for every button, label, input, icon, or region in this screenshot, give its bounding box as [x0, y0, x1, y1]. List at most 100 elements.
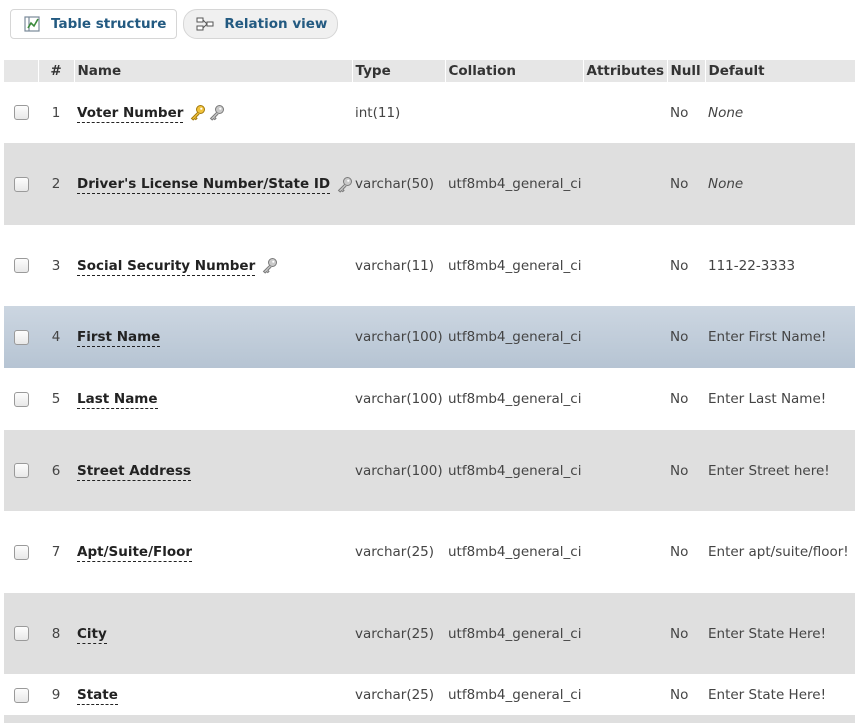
row-number: 9: [51, 687, 61, 703]
column-null: No: [670, 391, 689, 407]
row-checkbox[interactable]: [13, 329, 29, 345]
key-icons: [189, 104, 225, 121]
row-checkbox[interactable]: [13, 463, 29, 478]
row-number: 6: [51, 462, 61, 479]
column-default: None: [708, 104, 744, 121]
index-key-icon[interactable]: [208, 104, 225, 121]
row-checkbox[interactable]: [13, 258, 29, 273]
row-select-cell: [4, 674, 38, 716]
column-null: No: [670, 625, 689, 642]
column-attributes: [583, 368, 667, 430]
row-select-cell: [4, 430, 38, 511]
key-icons: [336, 176, 353, 193]
row-select-cell: [4, 82, 38, 143]
tab-table-structure[interactable]: Table structure: [10, 9, 178, 39]
column-attributes: [583, 674, 667, 716]
header-type[interactable]: Type: [352, 60, 446, 82]
column-name-cell: City: [74, 593, 352, 674]
table-row[interactable]: 6 Street Address varchar(100) utf8mb4_gener…: [4, 430, 855, 511]
column-type: varchar(50): [355, 176, 435, 192]
column-null: No: [670, 462, 689, 479]
header-select: [4, 60, 39, 82]
index-key-icon[interactable]: [336, 176, 353, 193]
column-name[interactable]: City: [77, 625, 107, 644]
column-type: varchar(11): [355, 257, 435, 274]
row-number: 5: [51, 391, 61, 407]
row-checkbox[interactable]: [13, 687, 29, 703]
table-header-row: # Name Type Collation Attributes Null De…: [4, 60, 855, 82]
column-name[interactable]: First Name: [77, 329, 161, 347]
tab-relation-view-label: Relation view: [224, 16, 328, 32]
row-number: 3: [51, 257, 61, 274]
column-attributes: [583, 430, 667, 511]
column-name[interactable]: Social Security Number: [77, 257, 256, 276]
column-collation: utf8mb4_general_ci: [448, 176, 582, 192]
column-name-cell: Apt/Suite/Floor: [74, 511, 352, 593]
column-null: No: [670, 329, 689, 345]
column-name[interactable]: Voter Number: [77, 104, 184, 123]
column-type: int(11): [355, 104, 401, 121]
row-select-cell: [4, 593, 38, 674]
row-select-cell: [4, 368, 38, 430]
column-collation: [445, 82, 583, 143]
table-row[interactable]: 2 Driver's License Number/State ID varchar…: [4, 143, 855, 225]
column-name-cell: Last Name: [74, 368, 352, 430]
header-name[interactable]: Name: [74, 60, 353, 82]
column-name[interactable]: Driver's License Number/State ID: [77, 176, 331, 194]
column-name[interactable]: Street Address: [77, 462, 191, 481]
table-row[interactable]: 3 Social Security Number varchar(11) utf8mb…: [4, 225, 855, 306]
row-number: 4: [51, 329, 61, 345]
row-select-cell: [4, 143, 38, 225]
table-row[interactable]: 8 City varchar(25) utf8mb4_general_ci No Ente…: [4, 593, 855, 674]
row-number: 8: [51, 625, 61, 642]
column-collation: utf8mb4_general_ci: [448, 544, 582, 560]
column-default: 111-22-3333: [708, 257, 796, 274]
table-row[interactable]: 9 State varchar(25) utf8mb4_general_ci No Ent…: [4, 674, 855, 716]
table-row[interactable]: 5 Last Name varchar(100) utf8mb4_general_ci…: [4, 368, 855, 430]
row-number: 7: [51, 544, 61, 560]
column-default: Enter State Here!: [708, 625, 826, 642]
table-row[interactable]: 1 Voter Number int(11) No None: [4, 82, 855, 143]
key-icons: [261, 257, 278, 274]
header-default[interactable]: Default: [705, 60, 855, 82]
column-name[interactable]: State: [77, 687, 118, 705]
column-name[interactable]: Last Name: [77, 391, 158, 409]
row-checkbox[interactable]: [13, 105, 29, 120]
column-name-cell: Driver's License Number/State ID: [74, 143, 353, 225]
header-null[interactable]: Null: [667, 60, 706, 82]
column-type: varchar(100): [355, 391, 443, 407]
column-collation: utf8mb4_general_ci: [448, 687, 582, 703]
column-null: No: [670, 104, 689, 121]
column-name[interactable]: Apt/Suite/Floor: [77, 544, 193, 562]
table-row[interactable]: 4 First Name varchar(100) utf8mb4_general_c…: [4, 306, 855, 368]
column-type: varchar(100): [355, 462, 443, 479]
column-default: Enter Last Name!: [708, 391, 827, 407]
row-number: 1: [51, 104, 61, 121]
column-null: No: [670, 544, 689, 560]
row-checkbox[interactable]: [13, 391, 29, 407]
tab-table-structure-label: Table structure: [51, 16, 167, 32]
column-attributes: [583, 593, 667, 674]
header-collation[interactable]: Collation: [445, 60, 584, 82]
tab-bar: Table structure Relation view: [10, 9, 339, 40]
tab-relation-view[interactable]: Relation view: [183, 9, 339, 39]
row-checkbox[interactable]: [13, 176, 29, 192]
table-row[interactable]: 7 Apt/Suite/Floor varchar(25) utf8mb4_gener…: [4, 511, 855, 593]
header-attributes[interactable]: Attributes: [583, 60, 668, 82]
column-attributes: [583, 225, 667, 306]
row-checkbox[interactable]: [13, 544, 29, 560]
relation-view-icon: [196, 15, 214, 33]
column-null: No: [670, 687, 689, 703]
row-checkbox[interactable]: [13, 626, 29, 641]
primary-key-icon[interactable]: [189, 104, 206, 121]
table-structure-icon: [23, 15, 41, 33]
table-next-row-edge: [4, 715, 855, 723]
row-select-cell: [4, 306, 38, 368]
column-default: None: [708, 176, 744, 192]
column-name-cell: Social Security Number: [74, 225, 352, 306]
column-default: Enter State Here!: [708, 687, 826, 703]
column-collation: utf8mb4_general_ci: [448, 462, 582, 479]
column-default: Enter apt/suite/floor!: [708, 544, 849, 560]
header-num[interactable]: #: [38, 60, 75, 82]
index-key-icon[interactable]: [261, 257, 278, 274]
